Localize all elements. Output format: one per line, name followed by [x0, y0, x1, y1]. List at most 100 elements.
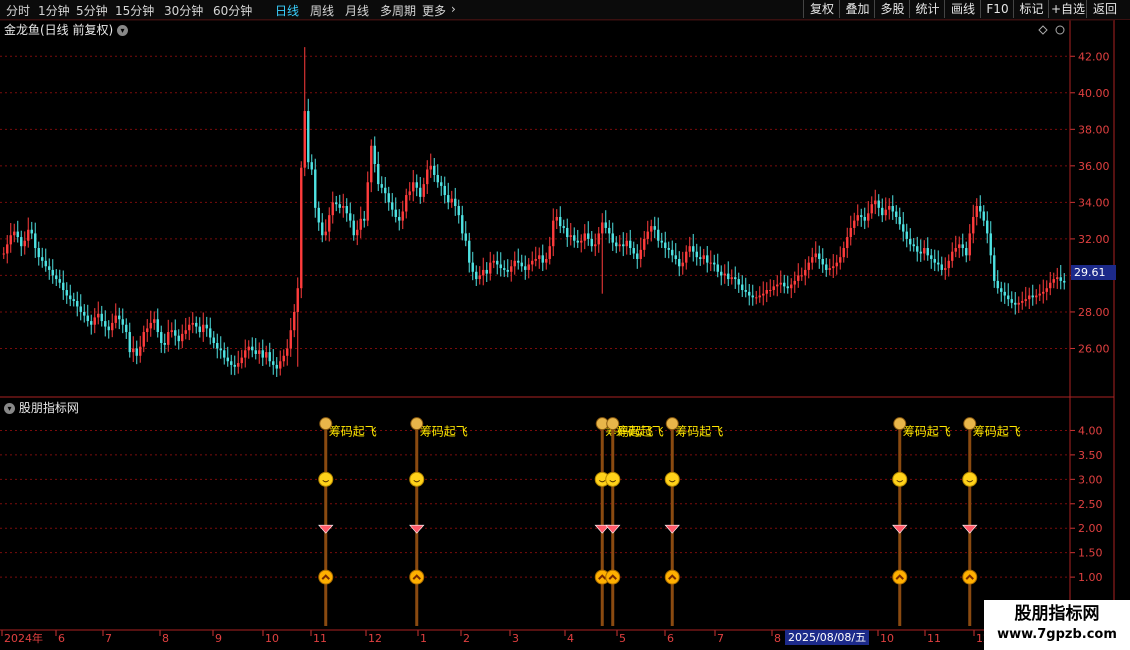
f10-button[interactable]: F10	[980, 0, 1014, 18]
candle-body	[107, 326, 110, 331]
x-tick-label: 11	[927, 632, 941, 645]
candle-body	[1014, 302, 1017, 305]
candle-body	[223, 350, 226, 358]
candle-body	[685, 251, 688, 263]
candle-body	[916, 246, 919, 252]
chevron-up-mark	[608, 574, 617, 580]
watermark-url: www.7gpzb.com	[997, 627, 1117, 642]
restore-button[interactable]: 复权	[803, 0, 840, 18]
candle-body	[828, 268, 831, 270]
candle-body	[751, 295, 754, 298]
watermark-logo: 股朋指标网 www.7gpzb.com	[984, 600, 1130, 650]
candle-body	[100, 313, 103, 322]
y-tick-label: 4.00	[1078, 424, 1103, 437]
candle-body	[650, 226, 653, 232]
candle-body	[317, 207, 320, 223]
chevron-down-icon[interactable]: ▾	[4, 403, 15, 414]
candle-body	[933, 258, 936, 263]
candle-body	[947, 260, 950, 269]
candle-body	[212, 337, 215, 343]
period-tab-15min[interactable]: 15分钟	[115, 2, 154, 19]
candle-body	[391, 202, 394, 210]
candle-body	[1003, 291, 1006, 296]
chevron-right-icon[interactable]: ›	[451, 2, 456, 16]
candle-body	[800, 275, 803, 277]
gem-icon	[409, 524, 425, 534]
chevron-down-icon[interactable]: ▾	[117, 25, 129, 36]
candle-body	[412, 182, 415, 192]
overlay-button[interactable]: 叠加	[839, 0, 875, 18]
money-bag-icon	[595, 417, 609, 431]
period-tab-30min[interactable]: 30分钟	[164, 2, 203, 19]
candle-body	[174, 330, 177, 336]
candle-body	[632, 248, 635, 254]
candle-body	[475, 271, 478, 280]
period-tab-multi[interactable]: 多周期	[380, 2, 416, 19]
candle-body	[282, 355, 285, 362]
y-tick-label: 42.00	[1078, 50, 1110, 63]
candle-body	[86, 315, 89, 322]
period-tab-more[interactable]: 更多	[422, 2, 446, 19]
multi-stock-button[interactable]: 多股	[874, 0, 910, 18]
y-tick-label: 34.00	[1078, 196, 1110, 209]
period-tab-5min[interactable]: 5分钟	[76, 2, 108, 19]
candle-body	[135, 348, 138, 356]
add-watchlist-button[interactable]: +自选	[1048, 0, 1087, 18]
candle-body	[20, 237, 23, 247]
candle-body	[1038, 293, 1041, 296]
period-tab-1min[interactable]: 1分钟	[38, 2, 70, 19]
candle-body	[804, 269, 807, 276]
mark-button[interactable]: 标记	[1013, 0, 1049, 18]
candle-body	[478, 275, 481, 280]
candle-body	[734, 277, 737, 280]
candle-body	[65, 290, 68, 296]
period-tab-monthly[interactable]: 月线	[345, 2, 369, 19]
candle-body	[783, 282, 786, 287]
candle-body	[538, 255, 541, 259]
candle-body	[153, 319, 156, 323]
chevron-up-icon	[318, 569, 334, 585]
candle-body	[230, 361, 233, 365]
money-bag-icon	[319, 417, 333, 431]
chevron-up-icon	[605, 569, 621, 585]
smiley-mouth	[668, 479, 676, 483]
statistics-button[interactable]: 统计	[909, 0, 945, 18]
candle-body	[443, 185, 446, 196]
candle-body	[377, 164, 380, 185]
candle-body	[996, 280, 999, 289]
x-tick-label: 11	[313, 632, 327, 645]
draw-line-button[interactable]: 画线	[944, 0, 981, 18]
candle-body	[895, 211, 898, 217]
candle-body	[139, 346, 142, 356]
candle-body	[863, 216, 866, 221]
x-tick-label: 7	[717, 632, 724, 645]
chevron-up-icon	[892, 569, 908, 585]
candle-body	[114, 315, 117, 323]
candle-body	[737, 279, 740, 285]
gem-icon	[962, 524, 978, 534]
circle-icon	[1055, 25, 1065, 35]
candle-body	[807, 262, 810, 270]
candle-body	[380, 184, 383, 188]
candle-body	[898, 216, 901, 225]
period-tab-weekly[interactable]: 周线	[310, 2, 334, 19]
y-tick-label: 3.00	[1078, 473, 1103, 486]
candle-body	[902, 224, 905, 232]
candle-body	[352, 220, 355, 236]
candle-body	[716, 264, 719, 272]
candle-body	[314, 169, 317, 208]
period-tab-daily[interactable]: 日线	[275, 2, 299, 19]
chevron-up-icon	[409, 569, 425, 585]
candle-body	[1007, 295, 1010, 300]
gem-icon	[605, 524, 621, 534]
candle-body	[457, 206, 460, 216]
candle-body	[531, 260, 534, 265]
candle-body	[62, 282, 65, 291]
candle-body	[324, 231, 327, 236]
y-tick-label: 40.00	[1078, 87, 1110, 100]
candle-body	[345, 206, 348, 214]
period-tab-60min[interactable]: 60分钟	[213, 2, 252, 19]
back-button[interactable]: 返回	[1086, 0, 1123, 18]
indicator-title: 股朋指标网	[18, 401, 79, 415]
period-tab-fenshi[interactable]: 分时	[6, 2, 30, 19]
